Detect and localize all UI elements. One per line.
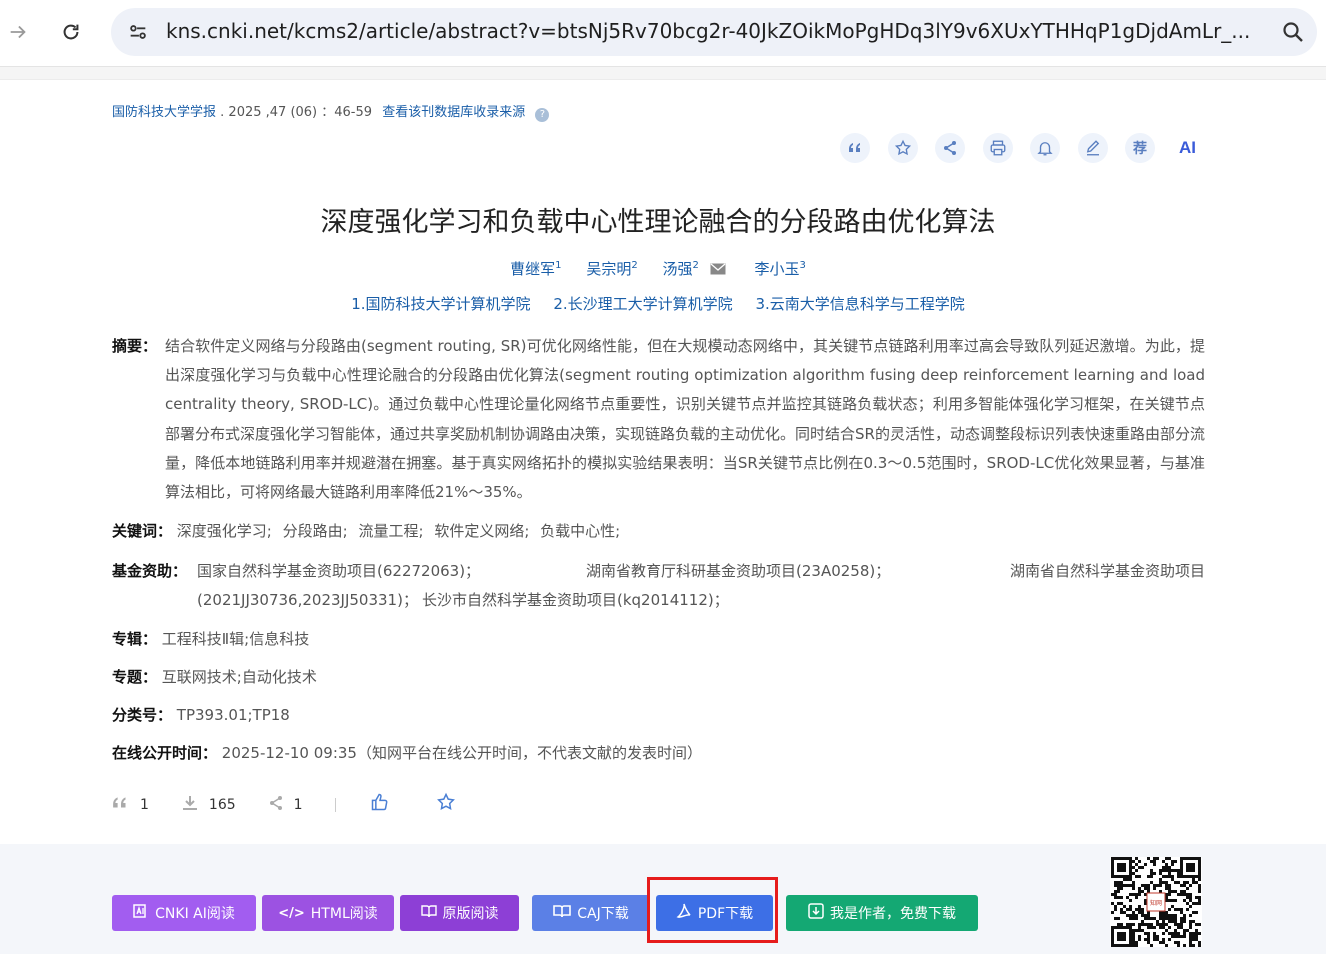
divider [334, 797, 336, 812]
email-icon[interactable] [710, 261, 726, 279]
author-link[interactable]: 李小玉3 [754, 260, 805, 278]
series-label: 专辑： [112, 630, 158, 648]
site-info-icon[interactable] [123, 17, 153, 47]
org-link[interactable]: 1.国防科技大学计算机学院 [351, 295, 530, 313]
browser-toolbar: kns.cnki.net/kcms2/article/abstract?v=bt… [0, 0, 1326, 67]
share-count: 1 [293, 796, 303, 813]
journal-link[interactable]: 国防科技大学学报 [112, 105, 216, 120]
author-link[interactable]: 曹继军1 [510, 260, 561, 278]
quote-icon [112, 796, 130, 814]
fund-link[interactable]: (2021JJ30736,2023JJ50331)； [197, 586, 418, 615]
fund-link[interactable]: 湖南省教育厅科研基金资助项目(23A0258)； [586, 557, 890, 586]
download-stat: 165 [181, 795, 236, 815]
reload-icon[interactable] [55, 16, 87, 48]
series-section: 专辑： 工程科技Ⅱ辑;信息科技 [112, 625, 309, 654]
forward-icon[interactable] [2, 16, 34, 48]
article-title: 深度强化学习和负载中心性理论融合的分段路由优化算法 [320, 207, 996, 238]
download-box-icon [808, 903, 824, 923]
fund-section: 基金资助： 国家自然科学基金资助项目(62272063)； 湖南省教育厅科研基金… [112, 557, 1205, 617]
qr-code-graphic: 知网 [1111, 857, 1201, 947]
series-value: 工程科技Ⅱ辑;信息科技 [161, 630, 310, 648]
fund-link[interactable]: 长沙市自然科学基金资助项目(kq2014112)； [422, 586, 729, 615]
code-icon: </> [278, 905, 305, 921]
html-read-button[interactable]: </> HTML阅读 [262, 895, 394, 931]
pencil-icon[interactable] [1077, 133, 1108, 163]
author-list: 曹继军1 吴宗明2 汤强2 李小玉3 [0, 258, 1316, 279]
download-count: 165 [208, 796, 236, 813]
clc-section: 分类号： TP393.01;TP18 [112, 701, 290, 730]
download-icon [181, 795, 199, 815]
org-link[interactable]: 3.云南大学信息科学与工程学院 [755, 295, 964, 313]
recommend-icon[interactable]: 荐 [1125, 133, 1155, 163]
clc-value: TP393.01;TP18 [176, 706, 290, 724]
ai-read-icon [133, 903, 149, 923]
clc-label: 分类号： [112, 706, 173, 724]
cnki-ai-read-button[interactable]: CNKI AI阅读 [112, 895, 256, 931]
org-list: 1.国防科技大学计算机学院 2.长沙理工大学计算机学院 3.云南大学信息科学与工… [0, 293, 1316, 314]
search-icon[interactable] [1279, 18, 1307, 46]
qr-logo-text: 知网 [1150, 899, 1162, 907]
keywords-section: 关键词： 深度强化学习; 分段路由; 流量工程; 软件定义网络; 负载中心性; [112, 517, 626, 546]
page-top-strip [0, 67, 1326, 80]
book-icon [420, 904, 437, 922]
topic-value: 互联网技术;自动化技术 [161, 668, 317, 686]
address-bar[interactable]: kns.cnki.net/kcms2/article/abstract?v=bt… [111, 8, 1317, 56]
keyword-link[interactable]: 分段路由; [283, 522, 348, 540]
keyword-link[interactable]: 流量工程; [358, 522, 423, 540]
share-stat: 1 [268, 795, 303, 815]
fund-label: 基金资助： [112, 562, 188, 580]
org-link[interactable]: 2.长沙理工大学计算机学院 [553, 295, 732, 313]
qr-code[interactable]: 知网 [1110, 857, 1202, 947]
db-source-link[interactable]: 查看该刊数据库收录来源 [382, 105, 525, 120]
ai-icon[interactable]: AI [1173, 133, 1203, 163]
abstract-section: 摘要： 结合软件定义网络与分段路由(segment routing, SR)可优… [112, 332, 1205, 508]
pubtime-label: 在线公开时间： [112, 744, 218, 762]
fund-link[interactable]: 湖南省自然科学基金资助项目 [1010, 557, 1205, 586]
share-icon[interactable] [935, 133, 965, 163]
url-text[interactable]: kns.cnki.net/kcms2/article/abstract?v=bt… [166, 19, 1276, 43]
help-icon[interactable]: ? [535, 108, 550, 122]
keywords-label: 关键词： [112, 522, 173, 540]
favorite-star-icon[interactable] [436, 792, 456, 817]
print-icon[interactable] [982, 133, 1013, 163]
thumbs-up-icon[interactable] [370, 792, 390, 817]
original-read-button[interactable]: 原版阅读 [400, 895, 519, 931]
abstract-label: 摘要： [112, 337, 158, 355]
stats-bar: 1 165 1 [112, 792, 502, 817]
open-book-icon [553, 904, 572, 922]
issue-info: . 2025 ,47 (06) ：46-59 [220, 105, 373, 120]
keyword-link[interactable]: 深度强化学习; [177, 522, 272, 540]
source-line: 国防科技大学学报 . 2025 ,47 (06) ：46-59 查看该刊数据库收… [112, 101, 550, 122]
author-free-download-button[interactable]: 我是作者，免费下载 [786, 895, 978, 931]
article-toolbar: 荐 AI [840, 133, 1220, 163]
abstract-text: 结合软件定义网络与分段路由(segment routing, SR)可优化网络性… [165, 337, 1205, 502]
cite-count: 1 [140, 796, 149, 813]
fund-link[interactable]: 国家自然科学基金资助项目(62272063)； [197, 557, 480, 586]
pubtime-section: 在线公开时间： 2025-12-10 09:35（知网平台在线公开时间，不代表文… [112, 739, 702, 768]
author-link[interactable]: 吴宗明2 [586, 260, 637, 278]
star-icon[interactable] [887, 133, 918, 163]
topic-section: 专题： 互联网技术;自动化技术 [112, 663, 317, 692]
pdf-highlight-box [647, 877, 778, 943]
caj-download-button[interactable]: CAJ下载 [532, 895, 650, 931]
pubtime-value: 2025-12-10 09:35（知网平台在线公开时间，不代表文献的发表时间） [221, 744, 702, 762]
topic-label: 专题： [112, 668, 158, 686]
keyword-link[interactable]: 软件定义网络; [434, 522, 529, 540]
cite-stat: 1 [112, 796, 149, 814]
author-link[interactable]: 汤强2 [663, 260, 699, 278]
quote-icon[interactable] [840, 133, 870, 163]
share-icon [268, 795, 284, 815]
keyword-link[interactable]: 负载中心性; [540, 522, 620, 540]
bell-icon[interactable] [1030, 133, 1060, 163]
